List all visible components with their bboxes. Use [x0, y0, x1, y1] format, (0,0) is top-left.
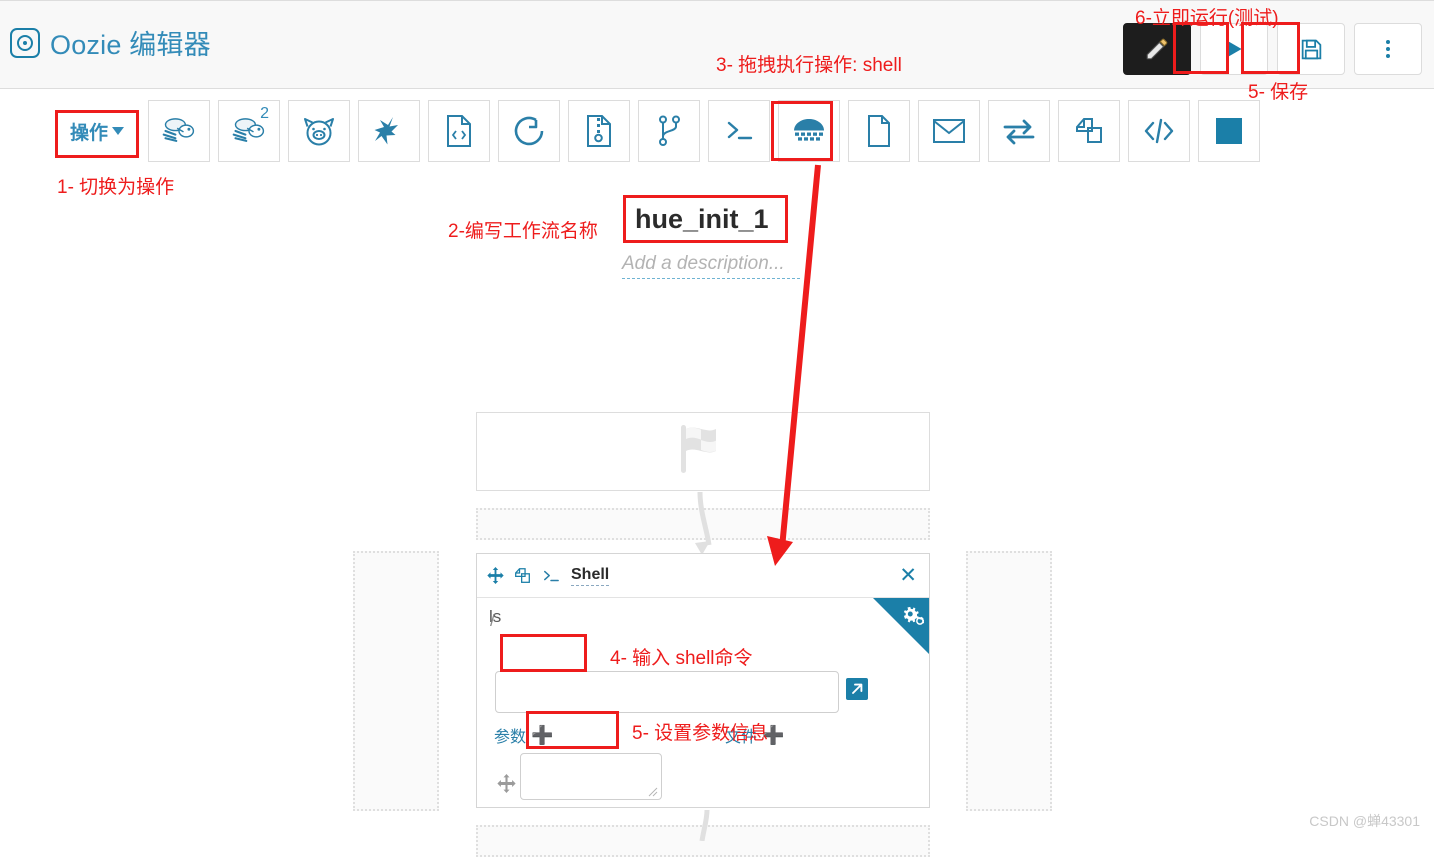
git-branch-icon	[655, 114, 683, 148]
watermark: CSDN @蝉43301	[1309, 813, 1420, 829]
checkered-flag-icon	[673, 421, 733, 482]
annotation-2: 2-编写工作流名称	[448, 221, 598, 242]
shell-node-header: Shell ✕	[477, 554, 929, 598]
shell-parameter-input[interactable]	[520, 753, 662, 800]
run-button[interactable]	[1200, 23, 1268, 75]
gears-settings-icon[interactable]	[902, 606, 926, 631]
tool-hadoop[interactable]	[778, 100, 840, 162]
tool-hive-server2[interactable]: 2	[218, 100, 280, 162]
plus-icon: ➕	[531, 725, 554, 745]
kebab-menu-icon	[1378, 37, 1398, 61]
tool-streaming[interactable]	[988, 100, 1050, 162]
tool-pig[interactable]	[288, 100, 350, 162]
header-actions	[1123, 23, 1422, 75]
add-file-link[interactable]: 文件 ➕	[725, 723, 784, 747]
resize-handle-icon[interactable]	[648, 787, 658, 797]
file-zip-icon	[584, 114, 614, 148]
tool-subworkflow[interactable]	[1058, 100, 1120, 162]
tool-hive[interactable]	[148, 100, 210, 162]
circle-arrow-icon	[512, 114, 546, 148]
workflow-name-input[interactable]: hue_init_1	[625, 196, 788, 242]
caret-down-icon	[112, 127, 124, 135]
copy-pages-icon	[1073, 115, 1105, 147]
workflow-description-input[interactable]: Add a description...	[622, 253, 800, 279]
spark-star-icon	[371, 114, 407, 148]
more-button[interactable]	[1354, 23, 1422, 75]
blank-page-icon	[865, 114, 893, 148]
angle-brackets-icon	[1142, 116, 1176, 146]
tool-distcp[interactable]	[568, 100, 630, 162]
move-arrows-icon[interactable]	[487, 567, 504, 584]
terminal-prompt-icon	[723, 117, 755, 145]
play-triangle-icon	[1221, 36, 1247, 62]
floppy-disk-icon	[1299, 37, 1324, 62]
action-toolbar: 操作 2	[54, 100, 1260, 162]
hive-bee-icon	[161, 115, 197, 147]
add-file-label: 文件	[725, 729, 758, 746]
pig-icon	[301, 114, 337, 148]
expand-arrow-icon[interactable]	[846, 678, 868, 700]
oozie-target-logo-icon	[10, 27, 40, 58]
shell-action-node[interactable]: Shell ✕ ls 参数 ➕ 文件 ➕ /	[476, 553, 930, 808]
dropzone-above-shell[interactable]	[476, 508, 930, 540]
terminal-prompt-icon	[541, 568, 561, 584]
dropzone-below-shell[interactable]	[476, 825, 930, 857]
dropzone-left-of-shell[interactable]	[353, 551, 439, 811]
annotation-1: 1- 切换为操作	[57, 177, 175, 198]
shell-parameter-value[interactable]: /	[490, 611, 495, 631]
pencil-icon	[1144, 36, 1170, 62]
shell-command-input[interactable]	[495, 671, 839, 713]
add-parameter-link[interactable]: 参数 ➕	[494, 723, 553, 747]
plus-icon: ➕	[762, 725, 785, 745]
ops-dropdown-label: 操作	[69, 122, 108, 144]
tool-kill[interactable]	[1198, 100, 1260, 162]
copy-pages-icon[interactable]	[514, 567, 531, 584]
tool-sqoop[interactable]	[498, 100, 560, 162]
close-x-icon[interactable]: ✕	[899, 565, 917, 586]
brand: Oozie 编辑器	[10, 23, 211, 62]
tool-generic[interactable]	[1128, 100, 1190, 162]
tool-java[interactable]	[428, 100, 490, 162]
tool-spark[interactable]	[358, 100, 420, 162]
hadoop-elephant-icon	[791, 116, 827, 146]
filled-square-icon	[1214, 116, 1244, 146]
shell-node-title[interactable]: Shell	[571, 566, 610, 586]
app-header: Oozie 编辑器	[0, 0, 1434, 89]
edit-button[interactable]	[1123, 23, 1191, 75]
tool-shell[interactable]	[708, 100, 770, 162]
add-parameter-label: 参数	[494, 729, 527, 746]
shell-node-body: ls 参数 ➕ 文件 ➕ /	[477, 598, 929, 807]
dropzone-right-of-shell[interactable]	[966, 551, 1052, 811]
envelope-icon	[932, 117, 966, 145]
save-button[interactable]	[1277, 23, 1345, 75]
two-arrows-icon	[1002, 117, 1036, 145]
tool-fork[interactable]	[638, 100, 700, 162]
move-arrows-icon[interactable]	[497, 774, 516, 798]
ops-dropdown-button[interactable]: 操作	[54, 109, 140, 153]
code-document-icon	[444, 114, 474, 148]
tool-badge: 2	[260, 105, 269, 122]
tool-email[interactable]	[918, 100, 980, 162]
start-node[interactable]	[476, 412, 930, 491]
page-title: Oozie 编辑器	[50, 30, 211, 60]
tool-fs[interactable]	[848, 100, 910, 162]
